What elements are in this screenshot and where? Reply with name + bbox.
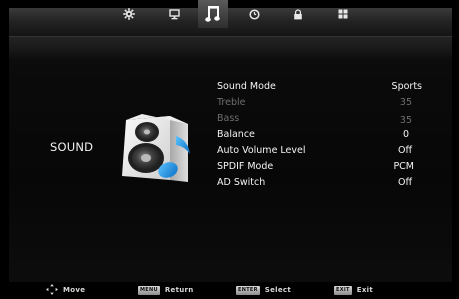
tab-picture[interactable] bbox=[163, 0, 185, 28]
setting-row-auto-volume-level[interactable]: Auto Volume Level Off bbox=[217, 143, 427, 159]
hint-move-label: Move bbox=[63, 286, 86, 294]
setting-value: Sports bbox=[391, 81, 422, 92]
setting-row-spdif-mode[interactable]: SPDIF Mode PCM bbox=[217, 159, 427, 175]
setting-label: Treble bbox=[217, 97, 246, 108]
lock-icon bbox=[293, 8, 303, 20]
speaker-icon bbox=[112, 110, 202, 190]
exit-key-badge: EXIT bbox=[334, 285, 352, 295]
setting-label: Sound Mode bbox=[217, 81, 276, 92]
setting-label: SPDIF Mode bbox=[217, 161, 274, 172]
setting-row-sound-mode[interactable]: Sound Mode Sports bbox=[217, 79, 427, 95]
setting-label: AD Switch bbox=[217, 177, 266, 188]
dpad-icon bbox=[46, 283, 58, 297]
setting-row-balance[interactable]: Balance 0 bbox=[217, 127, 427, 143]
tab-time[interactable] bbox=[243, 0, 265, 28]
tab-bar bbox=[9, 8, 452, 37]
hint-select: ENTER Select bbox=[236, 284, 291, 296]
hint-select-label: Select bbox=[264, 286, 292, 294]
setting-row-bass[interactable]: Bass 35 bbox=[217, 111, 427, 127]
hint-return-label: Return bbox=[164, 286, 194, 294]
sound-settings-list: Sound Mode Sports Treble 35 Bass 35 Bala… bbox=[217, 79, 427, 191]
setting-label: Bass bbox=[217, 113, 240, 124]
hint-move: Move bbox=[46, 283, 86, 297]
setting-value: 35 bbox=[399, 97, 412, 108]
hint-exit-label: Exit bbox=[356, 286, 373, 294]
setting-value: 0 bbox=[402, 129, 409, 140]
setting-value: PCM bbox=[393, 161, 414, 172]
grid-icon bbox=[338, 9, 348, 19]
category-label: SOUND bbox=[50, 140, 94, 154]
monitor-icon bbox=[168, 8, 180, 20]
setting-value: Off bbox=[397, 177, 412, 188]
header-sheen bbox=[9, 36, 452, 60]
tab-app[interactable] bbox=[332, 0, 354, 28]
tab-lock[interactable] bbox=[287, 0, 309, 28]
enter-key-badge: ENTER bbox=[236, 285, 260, 295]
hint-exit: EXIT Exit bbox=[334, 284, 373, 296]
setting-label: Balance bbox=[217, 129, 255, 140]
setting-label: Auto Volume Level bbox=[217, 145, 306, 156]
clock-icon bbox=[248, 8, 260, 20]
setting-value: Off bbox=[397, 145, 412, 156]
hint-return: MENU Return bbox=[138, 284, 194, 296]
gear-icon bbox=[123, 8, 135, 20]
menu-key-badge: MENU bbox=[138, 285, 160, 295]
setting-row-treble[interactable]: Treble 35 bbox=[217, 95, 427, 111]
music-note-icon bbox=[205, 5, 221, 23]
tab-setup[interactable] bbox=[118, 0, 140, 28]
tab-sound[interactable] bbox=[198, 0, 228, 28]
setting-row-ad-switch[interactable]: AD Switch Off bbox=[217, 175, 427, 191]
